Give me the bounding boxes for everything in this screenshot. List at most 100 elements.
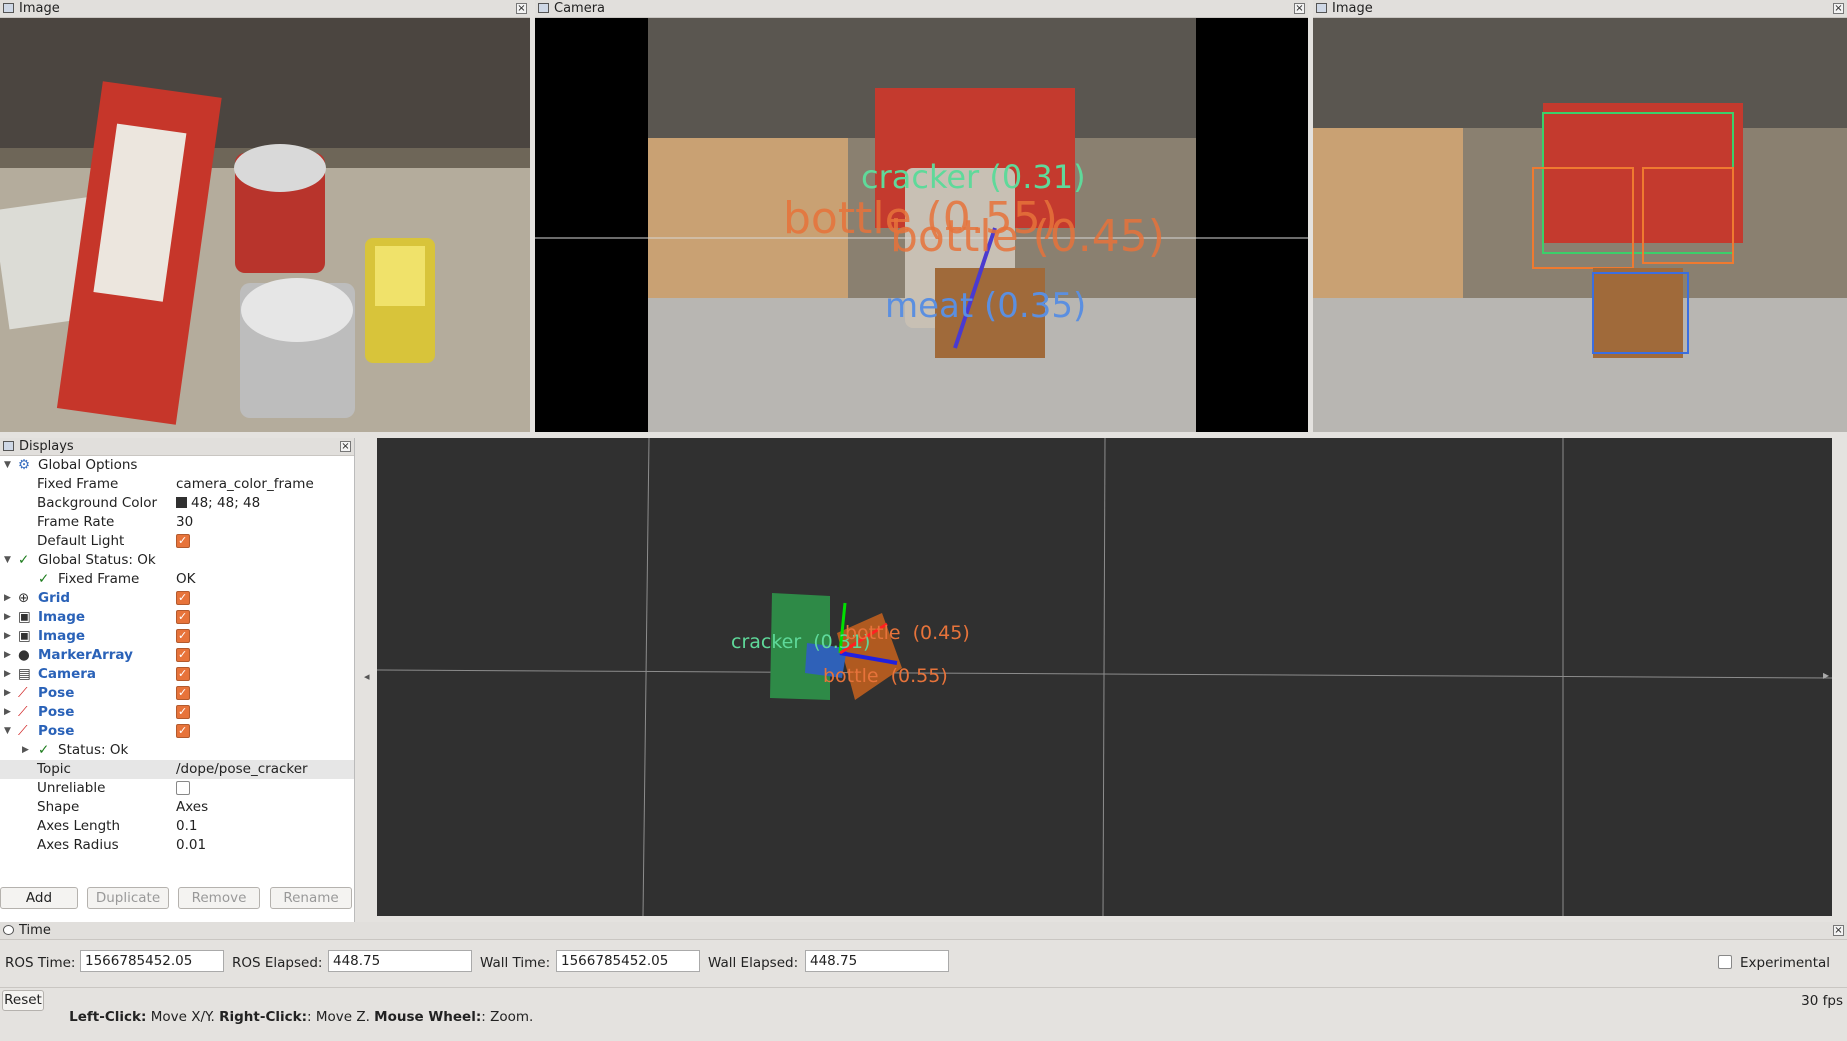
checkbox[interactable] <box>176 626 190 647</box>
scroll-left-icon[interactable]: ◂ <box>364 670 370 683</box>
checkbox-checked-icon[interactable] <box>176 721 190 740</box>
image-render <box>1313 18 1847 432</box>
property-label: Unreliable <box>37 780 106 796</box>
tree-row-shape[interactable]: Shape Axes <box>0 798 354 817</box>
checkbox[interactable] <box>176 531 190 552</box>
checkbox-checked-icon[interactable] <box>176 626 190 645</box>
close-icon[interactable]: × <box>1833 3 1844 14</box>
checkbox[interactable] <box>176 683 190 704</box>
camera-icon: ▤ <box>18 666 31 682</box>
expand-arrow-icon[interactable]: ▼ <box>4 456 11 475</box>
tree-row-display-pose[interactable]: ▼ ⟋ Pose <box>0 721 354 742</box>
property-value[interactable]: /dope/pose_cracker <box>176 760 308 779</box>
ros-time-field[interactable]: 1566785452.05 <box>80 950 224 972</box>
checkbox-checked-icon[interactable] <box>176 702 190 721</box>
checkbox[interactable] <box>176 779 190 799</box>
check-icon: ✓ <box>38 571 50 587</box>
image-icon: ▣ <box>18 609 31 625</box>
display-item-label: Pose <box>38 704 75 720</box>
camera-view[interactable]: cracker (0.31) bottle (0.55) bottle (0.4… <box>535 18 1308 432</box>
add-button[interactable]: Add <box>0 887 78 909</box>
property-value[interactable]: 0.1 <box>176 817 197 836</box>
checkbox[interactable] <box>176 645 190 666</box>
expand-arrow-icon[interactable]: ▶ <box>4 627 11 646</box>
expand-arrow-icon[interactable]: ▶ <box>4 684 11 703</box>
remove-button[interactable]: Remove <box>178 887 260 909</box>
expand-arrow-icon[interactable]: ▼ <box>4 722 11 741</box>
tree-row-display-pose[interactable]: ▶ ⟋ Pose <box>0 702 354 723</box>
expand-arrow-icon[interactable]: ▶ <box>22 741 29 760</box>
checkbox[interactable] <box>176 721 190 742</box>
panel-title-bar: Camera × <box>535 0 1308 18</box>
tree-row-global-options[interactable]: ▼ ⚙ Global Options <box>0 456 354 475</box>
tree-row-status-fixed-frame[interactable]: ✓ Fixed Frame OK <box>0 570 354 589</box>
panel-title-bar: Image × <box>1313 0 1847 18</box>
checkbox-checked-icon[interactable] <box>176 531 190 550</box>
checkbox[interactable] <box>176 588 190 609</box>
image-render <box>0 18 530 432</box>
tree-row-background-color[interactable]: Background Color 48; 48; 48 <box>0 494 354 513</box>
tree-row-default-light[interactable]: Default Light <box>0 531 354 552</box>
expand-arrow-icon[interactable]: ▶ <box>4 608 11 627</box>
panel-title-bar: Displays × <box>0 438 354 456</box>
tree-row-global-status[interactable]: ▼ ✓ Global Status: Ok <box>0 551 354 570</box>
checkbox-checked-icon[interactable] <box>176 683 190 702</box>
tree-row-unreliable[interactable]: Unreliable <box>0 779 354 798</box>
property-value[interactable]: Axes <box>176 798 208 817</box>
fps-label: 30 fps <box>1801 993 1843 1009</box>
tree-row-topic[interactable]: Topic /dope/pose_cracker <box>0 760 354 779</box>
tree-row-fixed-frame[interactable]: Fixed Frame camera_color_frame <box>0 475 354 494</box>
image-panel-right: Image × <box>1313 0 1847 432</box>
tree-row-display-image[interactable]: ▶ ▣ Image <box>0 626 354 647</box>
tree-row-display-pose[interactable]: ▶ ⟋ Pose <box>0 683 354 704</box>
ros-elapsed-field[interactable]: 448.75 <box>328 950 472 972</box>
checkbox-checked-icon[interactable] <box>176 645 190 664</box>
close-icon[interactable]: × <box>516 3 527 14</box>
image-icon <box>1316 3 1327 13</box>
reset-button[interactable]: Reset <box>2 990 44 1011</box>
display-item-label: MarkerArray <box>38 647 133 663</box>
expand-arrow-icon[interactable]: ▶ <box>4 589 11 608</box>
checkbox[interactable] <box>176 607 190 628</box>
wall-elapsed-label: Wall Elapsed: <box>708 955 799 971</box>
panel-title: Image <box>19 1 60 16</box>
tree-row-axes-length[interactable]: Axes Length 0.1 <box>0 817 354 836</box>
panel-title-bar: Image × <box>0 0 530 18</box>
property-value[interactable]: 48; 48; 48 <box>176 494 260 513</box>
expand-arrow-icon[interactable]: ▶ <box>4 646 11 665</box>
close-icon[interactable]: × <box>1294 3 1305 14</box>
tree-row-display-image[interactable]: ▶ ▣ Image <box>0 607 354 628</box>
help-key: Mouse Wheel: <box>374 1009 482 1025</box>
tree-row-axes-radius[interactable]: Axes Radius 0.01 <box>0 836 354 855</box>
checkbox[interactable] <box>176 664 190 685</box>
tree-row-pose-status[interactable]: ▶ ✓ Status: Ok <box>0 741 354 760</box>
property-value[interactable]: camera_color_frame <box>176 475 314 494</box>
rename-button[interactable]: Rename <box>270 887 352 909</box>
check-icon: ✓ <box>38 742 50 758</box>
render-3d-view[interactable]: ▸ cracker (0.31) bottle (0.45) bottle (0… <box>376 437 1833 917</box>
display-item-label: Pose <box>38 685 75 701</box>
expand-arrow-icon[interactable]: ▶ <box>4 665 11 684</box>
help-desc: Move X/Y. <box>146 1009 220 1025</box>
expand-arrow-icon[interactable]: ▶ <box>4 703 11 722</box>
tree-row-display-camera[interactable]: ▶ ▤ Camera <box>0 664 354 685</box>
checkbox-checked-icon[interactable] <box>176 588 190 607</box>
close-icon[interactable]: × <box>340 441 351 452</box>
grid-icon: ⊕ <box>18 590 30 606</box>
property-label: Axes Radius <box>37 837 119 853</box>
checkbox-unchecked-icon[interactable] <box>176 781 190 795</box>
experimental-checkbox[interactable] <box>1718 955 1732 969</box>
tree-row-display-markerarray[interactable]: ▶ ● MarkerArray <box>0 645 354 666</box>
wall-elapsed-field[interactable]: 448.75 <box>805 950 949 972</box>
duplicate-button[interactable]: Duplicate <box>87 887 169 909</box>
checkbox-checked-icon[interactable] <box>176 664 190 683</box>
checkbox-checked-icon[interactable] <box>176 607 190 626</box>
property-value[interactable]: 0.01 <box>176 836 206 855</box>
tree-row-display-grid[interactable]: ▶ ⊕ Grid <box>0 588 354 609</box>
close-icon[interactable]: × <box>1833 925 1844 936</box>
property-value[interactable]: 30 <box>176 513 193 532</box>
expand-arrow-icon[interactable]: ▼ <box>4 551 11 570</box>
tree-row-frame-rate[interactable]: Frame Rate 30 <box>0 513 354 532</box>
checkbox[interactable] <box>176 702 190 723</box>
wall-time-field[interactable]: 1566785452.05 <box>556 950 700 972</box>
